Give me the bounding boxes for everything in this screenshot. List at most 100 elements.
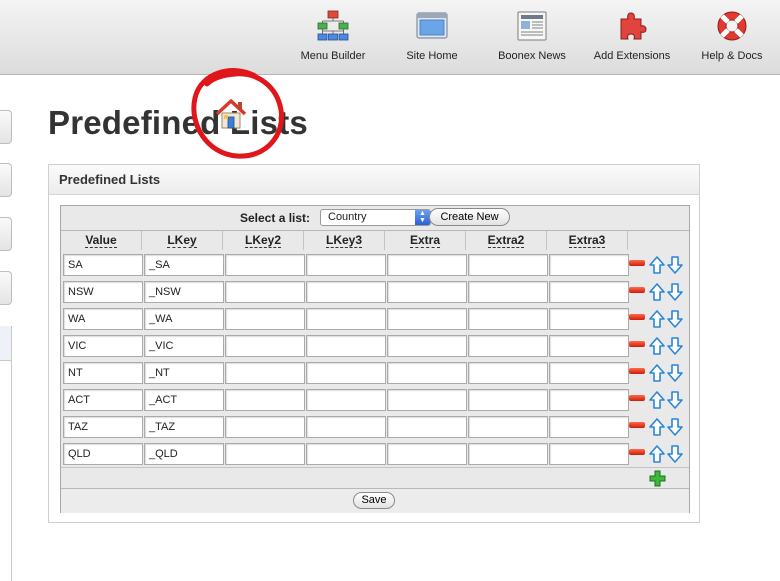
table-row: VIC _VIC <box>61 333 689 360</box>
value-input[interactable]: TAZ <box>63 416 143 438</box>
remove-row-icon[interactable] <box>629 314 645 320</box>
extra3-input[interactable] <box>549 254 629 276</box>
value-input[interactable]: ACT <box>63 389 143 411</box>
lkey-input[interactable]: _QLD <box>144 443 224 465</box>
extra-input[interactable] <box>387 389 467 411</box>
boonex-news-button[interactable]: Boonex News <box>494 8 570 68</box>
left-tab-4[interactable] <box>0 271 12 305</box>
table-row: NT _NT <box>61 360 689 387</box>
lkey-input[interactable]: _TAZ <box>144 416 224 438</box>
lkey2-input[interactable] <box>225 308 305 330</box>
move-down-icon[interactable] <box>667 364 683 382</box>
extra2-input[interactable] <box>468 389 548 411</box>
move-up-icon[interactable] <box>649 283 665 301</box>
value-input[interactable]: QLD <box>63 443 143 465</box>
move-up-icon[interactable] <box>649 337 665 355</box>
extra-input[interactable] <box>387 362 467 384</box>
extra3-input[interactable] <box>549 281 629 303</box>
lkey3-input[interactable] <box>306 416 386 438</box>
left-tab-2[interactable] <box>0 163 12 197</box>
extra2-input[interactable] <box>468 308 548 330</box>
lkey3-input[interactable] <box>306 362 386 384</box>
move-up-icon[interactable] <box>649 310 665 328</box>
extra-input[interactable] <box>387 335 467 357</box>
lkey-input[interactable]: _NSW <box>144 281 224 303</box>
extra2-input[interactable] <box>468 443 548 465</box>
move-up-icon[interactable] <box>649 445 665 463</box>
extra-input[interactable] <box>387 416 467 438</box>
lkey2-input[interactable] <box>225 254 305 276</box>
move-down-icon[interactable] <box>667 310 683 328</box>
add-row-icon[interactable] <box>649 470 666 487</box>
lkey3-input[interactable] <box>306 281 386 303</box>
value-input[interactable]: NT <box>63 362 143 384</box>
lkey-input[interactable]: _WA <box>144 308 224 330</box>
create-new-button[interactable]: Create New <box>429 208 510 226</box>
left-tab-active[interactable] <box>0 326 11 361</box>
extra2-input[interactable] <box>468 416 548 438</box>
move-up-icon[interactable] <box>649 364 665 382</box>
lkey-input[interactable]: _SA <box>144 254 224 276</box>
lkey3-input[interactable] <box>306 389 386 411</box>
extra3-input[interactable] <box>549 335 629 357</box>
house-icon[interactable] <box>214 97 248 131</box>
lkey3-input[interactable] <box>306 335 386 357</box>
left-tab-1[interactable] <box>0 110 12 144</box>
menu-builder-button[interactable]: Menu Builder <box>297 8 369 68</box>
lkey-input[interactable]: _VIC <box>144 335 224 357</box>
lkey2-input[interactable] <box>225 389 305 411</box>
left-tab-3[interactable] <box>0 217 12 251</box>
extra-input[interactable] <box>387 308 467 330</box>
lkey3-input[interactable] <box>306 443 386 465</box>
extra2-input[interactable] <box>468 362 548 384</box>
lkey2-input[interactable] <box>225 416 305 438</box>
lkey-input[interactable]: _ACT <box>144 389 224 411</box>
extra-input[interactable] <box>387 281 467 303</box>
extra3-input[interactable] <box>549 443 629 465</box>
extra2-input[interactable] <box>468 281 548 303</box>
extra3-input[interactable] <box>549 308 629 330</box>
move-down-icon[interactable] <box>667 337 683 355</box>
lifebuoy-icon <box>717 11 747 41</box>
remove-row-icon[interactable] <box>629 395 645 401</box>
lkey3-input[interactable] <box>306 308 386 330</box>
list-select[interactable]: Country ▲ ▼ <box>320 209 431 226</box>
extra3-input[interactable] <box>549 362 629 384</box>
extra3-input[interactable] <box>549 389 629 411</box>
extra3-input[interactable] <box>549 416 629 438</box>
value-input[interactable]: WA <box>63 308 143 330</box>
lkey2-input[interactable] <box>225 443 305 465</box>
remove-row-icon[interactable] <box>629 341 645 347</box>
help-docs-button[interactable]: Help & Docs <box>697 8 767 68</box>
remove-row-icon[interactable] <box>629 368 645 374</box>
extra2-input[interactable] <box>468 254 548 276</box>
move-up-icon[interactable] <box>649 391 665 409</box>
table-row: QLD _QLD <box>61 441 689 468</box>
move-down-icon[interactable] <box>667 391 683 409</box>
value-input[interactable]: NSW <box>63 281 143 303</box>
extra-input[interactable] <box>387 443 467 465</box>
move-up-icon[interactable] <box>649 256 665 274</box>
predefined-lists-panel: Predefined Lists Select a list: Country … <box>48 164 700 523</box>
lkey2-input[interactable] <box>225 281 305 303</box>
remove-row-icon[interactable] <box>629 287 645 293</box>
move-down-icon[interactable] <box>667 418 683 436</box>
lkey2-input[interactable] <box>225 335 305 357</box>
value-input[interactable]: VIC <box>63 335 143 357</box>
move-down-icon[interactable] <box>667 256 683 274</box>
move-up-icon[interactable] <box>649 418 665 436</box>
move-down-icon[interactable] <box>667 283 683 301</box>
value-input[interactable]: SA <box>63 254 143 276</box>
add-extensions-button[interactable]: Add Extensions <box>590 8 674 68</box>
save-button[interactable]: Save <box>353 492 395 509</box>
remove-row-icon[interactable] <box>629 449 645 455</box>
lkey-input[interactable]: _NT <box>144 362 224 384</box>
lkey3-input[interactable] <box>306 254 386 276</box>
site-home-button[interactable]: Site Home <box>396 8 468 68</box>
lkey2-input[interactable] <box>225 362 305 384</box>
remove-row-icon[interactable] <box>629 422 645 428</box>
move-down-icon[interactable] <box>667 445 683 463</box>
extra-input[interactable] <box>387 254 467 276</box>
extra2-input[interactable] <box>468 335 548 357</box>
remove-row-icon[interactable] <box>629 260 645 266</box>
